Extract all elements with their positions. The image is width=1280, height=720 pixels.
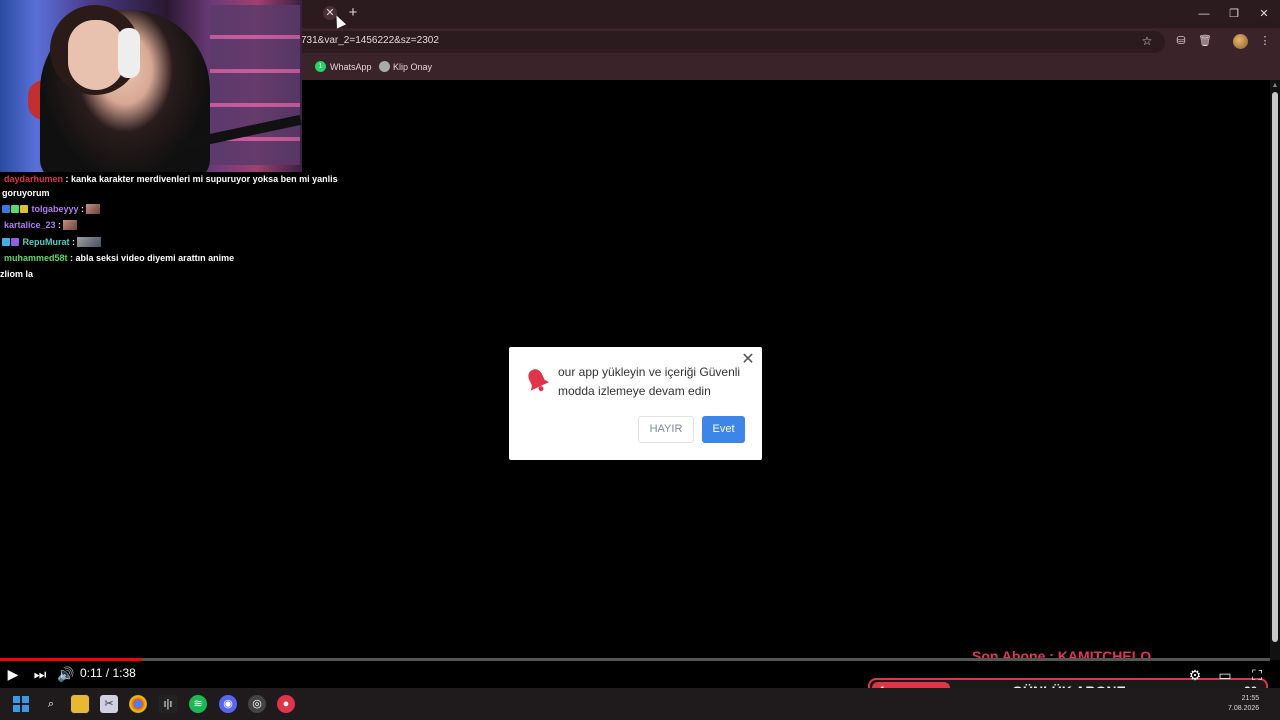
emote-icon	[63, 220, 78, 230]
file-explorer-icon[interactable]	[71, 695, 89, 713]
badge-icon	[11, 238, 19, 246]
screen: ✕ + — ❐ ✕ 731&var_2=1456222&sz=2302 ☆ ⛁ …	[0, 0, 1280, 720]
new-tab-button[interactable]: +	[346, 4, 360, 22]
trash-icon[interactable]: 🗑	[1198, 34, 1212, 48]
emote-icon	[77, 237, 102, 247]
chat-message-continued: goruyorum	[2, 188, 50, 198]
chat-message: muhammed58t : abla seksi video diyemi ar…	[4, 252, 234, 264]
profile-avatar[interactable]	[1233, 34, 1248, 49]
tray-clock[interactable]: 21:55 7.08.2026	[1228, 694, 1259, 714]
snipping-tool-icon[interactable]: ✂	[100, 695, 118, 713]
app-icon[interactable]: ◎	[248, 695, 266, 713]
scrollbar-thumb[interactable]	[1272, 92, 1278, 642]
windows-start-icon[interactable]	[13, 696, 29, 712]
restore-button[interactable]: ❐	[1226, 6, 1242, 22]
klip-onay-icon	[379, 61, 390, 72]
badge-icon	[11, 205, 19, 213]
chat-message: kartalice_23 :	[4, 219, 78, 231]
chat-username[interactable]: daydarhumen	[4, 174, 63, 184]
no-button[interactable]: HAYIR	[638, 416, 694, 443]
fullscreen-icon[interactable]: ⛶	[1248, 666, 1266, 684]
clock-time: 21:55	[1241, 695, 1260, 702]
bookmark-klip-onay[interactable]: Klip Onay	[393, 60, 432, 74]
chat-text: :	[69, 237, 76, 247]
webcam-headphones	[118, 28, 140, 78]
webcam-overlay	[0, 0, 302, 172]
video-progress-fill	[0, 658, 142, 661]
url-text[interactable]: 731&var_2=1456222&sz=2302	[301, 35, 439, 46]
theater-icon[interactable]: ▭	[1216, 666, 1234, 684]
clock-date: 7.08.2026	[1228, 705, 1260, 712]
next-icon[interactable]: ⏭	[32, 665, 48, 683]
chat-message: daydarhumen : kanka karakter merdivenler…	[4, 173, 338, 185]
volume-icon[interactable]: 🔊	[57, 665, 75, 683]
chat-username[interactable]: kartalice_23	[4, 220, 56, 230]
app-icon[interactable]: ●	[277, 695, 295, 713]
extension-icon[interactable]: ⛁	[1174, 34, 1188, 48]
emote-icon	[86, 204, 101, 214]
yes-button[interactable]: Evet	[702, 416, 745, 443]
bookmark-whatsapp[interactable]: WhatsApp	[330, 60, 372, 74]
chrome-icon[interactable]	[129, 695, 147, 713]
play-icon[interactable]: ▶	[6, 665, 20, 683]
scroll-up-icon[interactable]: ▲	[1271, 82, 1279, 90]
chat-username[interactable]: tolgabeyyy	[32, 204, 79, 214]
chat-message: tolgabeyyy :	[2, 203, 101, 215]
minimize-button[interactable]: —	[1196, 6, 1212, 22]
last-subscriber-label: Son Abone : KAMITCHELO	[972, 648, 1152, 664]
badge-icon	[20, 205, 28, 213]
chat-username[interactable]: RepuMurat	[23, 237, 70, 247]
whatsapp-icon: 1	[315, 61, 326, 72]
star-icon[interactable]: ☆	[1140, 34, 1154, 48]
badge-icon	[2, 238, 10, 246]
chat-text: :	[78, 204, 85, 214]
chat-text: : abla seksi video diyemi arattın anime	[67, 253, 235, 263]
webcam-face	[68, 20, 124, 90]
bell-icon	[528, 369, 550, 392]
badge-icon	[2, 205, 10, 213]
chat-text: :	[55, 220, 62, 230]
dialog-message: our app yükleyin ve içeriği Güvenli modd…	[558, 365, 741, 398]
chat-message: RepuMurat :	[2, 236, 102, 248]
settings-icon[interactable]: ⚙	[1186, 666, 1204, 684]
video-progress-bar[interactable]	[0, 658, 1270, 661]
audio-app-icon[interactable]: ı|ı	[159, 695, 177, 713]
chat-text: : kanka karakter merdivenleri mi supuruy…	[63, 174, 338, 184]
spotify-icon[interactable]: ≋	[189, 695, 207, 713]
menu-icon[interactable]: ⋮	[1258, 34, 1272, 48]
close-window-button[interactable]: ✕	[1256, 6, 1272, 22]
video-time: 0:11 / 1:38	[80, 666, 136, 680]
discord-icon[interactable]: ◉	[219, 695, 237, 713]
chat-message-continued: zliom la	[0, 269, 34, 279]
search-icon[interactable]: ⌕	[42, 695, 60, 713]
chat-username[interactable]: muhammed58t	[4, 253, 68, 263]
